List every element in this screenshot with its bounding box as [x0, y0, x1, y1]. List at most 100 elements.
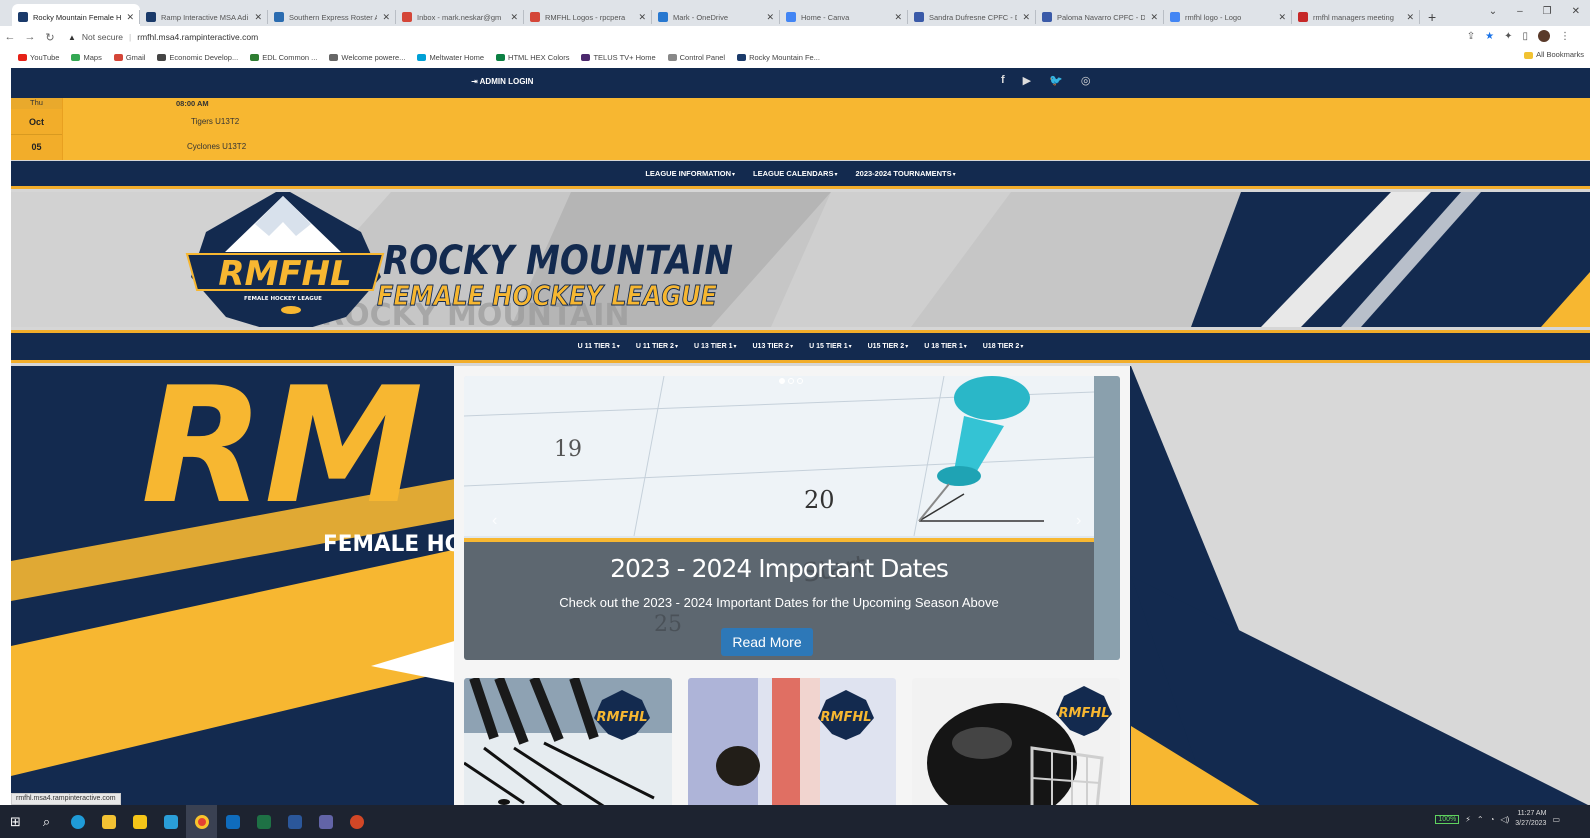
teams-icon[interactable] — [310, 805, 341, 838]
news-card-helmet[interactable]: RMFHL — [912, 678, 1120, 805]
close-tab-icon[interactable]: ✕ — [1022, 12, 1030, 23]
share-icon[interactable]: ⇪ — [1467, 31, 1475, 42]
wifi-icon[interactable]: ◔ — [1490, 815, 1495, 824]
admin-login-link[interactable]: ⇥ ADMIN LOGIN — [471, 77, 533, 86]
division-nav-item[interactable]: U 11 TIER 2▾ — [636, 343, 678, 350]
bookmark-item[interactable]: Rocky Mountain Fe... — [737, 53, 820, 62]
facebook-icon[interactable]: f — [1001, 74, 1005, 87]
division-nav-item[interactable]: U18 TIER 2▾ — [983, 343, 1024, 350]
carousel-dot-1[interactable] — [779, 378, 785, 384]
google-icon — [1170, 12, 1180, 22]
bookmark-icon — [18, 54, 27, 62]
menu-icon[interactable]: ⋮ — [1560, 31, 1570, 42]
reload-icon[interactable]: ↻ — [40, 31, 60, 44]
close-tab-icon[interactable]: ✕ — [1150, 12, 1158, 23]
close-tab-icon[interactable]: ✕ — [126, 12, 134, 23]
main-nav-item[interactable]: LEAGUE CALENDARS▾ — [753, 169, 837, 178]
battery-indicator[interactable]: 100% — [1435, 814, 1460, 824]
folder-icon — [1524, 51, 1534, 59]
division-nav-item[interactable]: U13 TIER 2▾ — [753, 343, 794, 350]
bookmark-item[interactable]: TELUS TV+ Home — [581, 53, 656, 62]
word-icon[interactable] — [279, 805, 310, 838]
powerpoint-icon[interactable] — [341, 805, 372, 838]
bookmark-item[interactable]: Gmail — [113, 53, 145, 62]
caret-down-icon: ▾ — [1020, 344, 1024, 350]
bookmark-icon — [329, 54, 339, 62]
outlook-icon[interactable] — [217, 805, 248, 838]
division-nav-item[interactable]: U 15 TIER 1▾ — [809, 343, 852, 350]
file-explorer-icon[interactable] — [93, 805, 124, 838]
carousel-dot-3[interactable] — [797, 378, 803, 384]
lync-icon[interactable] — [155, 805, 186, 838]
twitter-icon[interactable]: 🐦 — [1049, 74, 1063, 87]
instagram-icon[interactable]: ◎ — [1081, 74, 1091, 87]
forward-icon[interactable]: → — [20, 31, 40, 43]
bookmark-item[interactable]: Maps — [71, 53, 102, 62]
division-nav-item[interactable]: U 13 TIER 1▾ — [694, 343, 737, 350]
close-window-icon[interactable]: ✕ — [1572, 6, 1580, 17]
minimize-icon[interactable]: – — [1517, 6, 1523, 17]
warning-icon[interactable]: ▲ — [68, 33, 76, 42]
profile-avatar[interactable] — [1538, 30, 1550, 42]
star-icon[interactable]: ★ — [1485, 31, 1494, 42]
ticker-away-team[interactable]: Cyclones U13T2 — [187, 142, 246, 151]
close-tab-icon[interactable]: ✕ — [766, 12, 774, 23]
division-nav-item[interactable]: U 18 TIER 1▾ — [924, 343, 967, 350]
news-card-puck[interactable]: RMFHL — [688, 678, 896, 805]
division-nav-item[interactable]: U 11 TIER 1▾ — [578, 343, 620, 350]
news-card-sticks[interactable]: RMFHL — [464, 678, 672, 805]
close-tab-icon[interactable]: ✕ — [382, 12, 390, 23]
read-more-button[interactable]: Read More — [721, 628, 813, 656]
bookmark-item[interactable]: YouTube — [18, 53, 59, 62]
chevron-up-icon[interactable]: ⌃ — [1477, 815, 1484, 824]
search-icon[interactable]: ⌕ — [31, 805, 62, 838]
omnibox[interactable]: ▲ Not secure | rmfhl.msa4.rampinteractiv… — [68, 32, 258, 42]
tab-search-icon[interactable]: ⌄ — [1489, 6, 1497, 17]
tab-title: Inbox - mark.neskar@gm — [417, 12, 502, 22]
caret-down-icon: ▾ — [732, 172, 736, 178]
volume-icon[interactable]: ◁) — [1500, 815, 1509, 824]
all-bookmarks[interactable]: All Bookmarks — [1524, 50, 1584, 59]
bookmark-item[interactable]: Welcome powere... — [329, 53, 405, 62]
url-text[interactable]: rmfhl.msa4.rampinteractive.com — [137, 32, 258, 42]
start-icon[interactable]: ⊞ — [0, 805, 31, 838]
content-panel: 19 20 Start 25 ‹ › 2023 - 2024 Important… — [454, 366, 1130, 805]
news-carousel[interactable]: 19 20 Start 25 ‹ › 2023 - 2024 Important… — [464, 376, 1120, 660]
ticker-home-team[interactable]: Tigers U13T2 — [191, 117, 239, 126]
close-tab-icon[interactable]: ✕ — [1406, 12, 1414, 23]
main-navigation: LEAGUE INFORMATION▾ LEAGUE CALENDARS▾ 2023… — [11, 161, 1590, 189]
carousel-dot-2[interactable] — [788, 378, 794, 384]
bookmark-item[interactable]: EDL Common ... — [250, 53, 317, 62]
bookmark-item[interactable]: Meltwater Home — [417, 53, 484, 62]
youtube-icon[interactable]: ▶ — [1023, 74, 1031, 87]
excel-icon[interactable] — [248, 805, 279, 838]
toolbar-actions: ⇪ ★ ✦ ▯ ⋮ — [1467, 30, 1570, 42]
edge-icon[interactable] — [62, 805, 93, 838]
carousel-prev-icon[interactable]: ‹ — [492, 512, 497, 530]
bookmark-item[interactable]: HTML HEX Colors — [496, 53, 569, 62]
bookmark-item[interactable]: Control Panel — [667, 53, 725, 62]
division-nav-item[interactable]: U15 TIER 2▾ — [868, 343, 909, 350]
notification-icon[interactable]: ▭ — [1552, 815, 1560, 824]
main-nav-item[interactable]: 2023-2024 TOURNAMENTS▾ — [855, 169, 955, 178]
close-tab-icon[interactable]: ✕ — [254, 12, 262, 23]
chrome-icon[interactable] — [186, 805, 217, 838]
bookmarks-bar: YouTube Maps Gmail Economic Develop... EDL C… — [0, 48, 1590, 66]
bookmark-item[interactable]: Economic Develop... — [157, 53, 238, 62]
ticker-date-number: 05 — [31, 142, 42, 152]
restore-icon[interactable]: ❐ — [1543, 6, 1552, 17]
bookmark-icon — [737, 54, 747, 62]
system-clock[interactable]: 11:27 AM 3/27/2023 — [1515, 809, 1546, 829]
power-icon[interactable]: ⚡ — [1465, 815, 1471, 824]
carousel-next-icon[interactable]: › — [1076, 512, 1081, 530]
ramp-favicon-icon — [146, 12, 156, 22]
main-nav-item[interactable]: LEAGUE INFORMATION▾ — [645, 169, 735, 178]
notepad-icon[interactable] — [124, 805, 155, 838]
close-tab-icon[interactable]: ✕ — [1278, 12, 1286, 23]
close-tab-icon[interactable]: ✕ — [894, 12, 902, 23]
back-icon[interactable]: ← — [0, 31, 20, 43]
extensions-icon[interactable]: ✦ — [1504, 31, 1512, 42]
close-tab-icon[interactable]: ✕ — [510, 12, 518, 23]
close-tab-icon[interactable]: ✕ — [638, 12, 646, 23]
sidepanel-icon[interactable]: ▯ — [1522, 31, 1528, 42]
